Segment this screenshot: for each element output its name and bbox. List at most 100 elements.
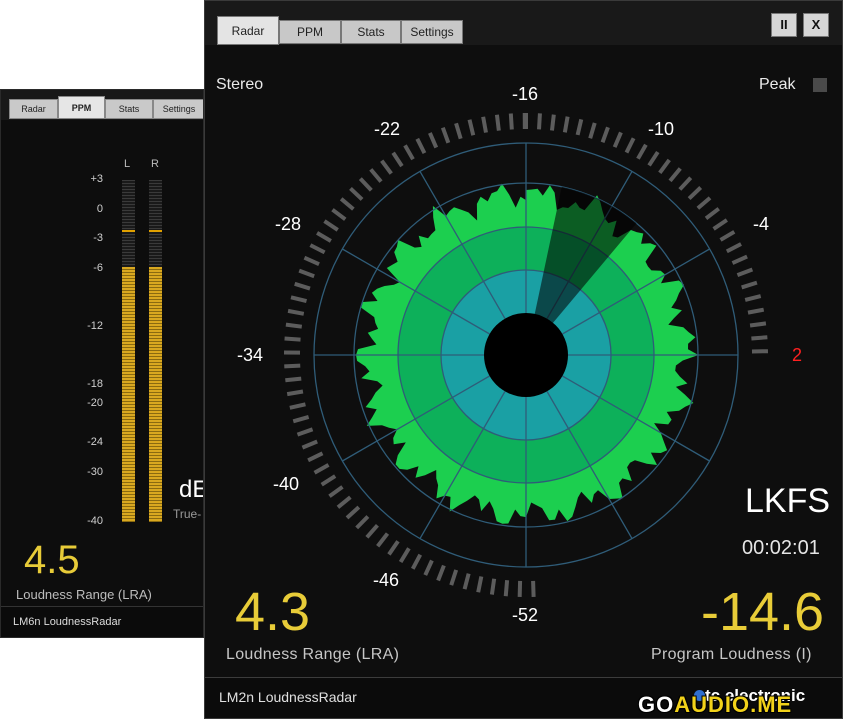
radar-label-alert: 2 bbox=[792, 345, 802, 365]
ring-segment bbox=[687, 186, 703, 201]
radar-label: -22 bbox=[374, 119, 400, 139]
scale-tick: 0 bbox=[96, 203, 103, 215]
ring-segment bbox=[284, 363, 301, 369]
ring-segment bbox=[328, 485, 344, 498]
ring-segment bbox=[600, 126, 610, 144]
ring-segment bbox=[736, 267, 754, 277]
scale-tick: -3 bbox=[93, 232, 103, 244]
ring-segment bbox=[612, 131, 623, 148]
pause-button[interactable]: II bbox=[771, 13, 797, 37]
ring-segment bbox=[301, 439, 318, 450]
ring-segment bbox=[349, 186, 364, 201]
ring-segment bbox=[307, 451, 324, 463]
ppm-brand-bar: LM6n LoudnessRadar bbox=[1, 606, 203, 637]
ring-segment bbox=[380, 159, 393, 175]
ring-segment bbox=[624, 137, 636, 154]
lra-label: Loudness Range (LRA) bbox=[226, 646, 400, 663]
lra-value: 4.3 bbox=[235, 582, 311, 642]
ring-segment bbox=[410, 553, 423, 570]
ppm-meter-left bbox=[122, 180, 135, 522]
tab-settings[interactable]: Settings bbox=[401, 20, 463, 44]
tab-radar[interactable]: Radar bbox=[217, 16, 279, 45]
program-loudness-value: -14.6 bbox=[701, 582, 825, 642]
ring-segment bbox=[309, 243, 326, 255]
ring-segment bbox=[316, 231, 332, 243]
watermark: GOAUDIO.ME bbox=[638, 692, 792, 718]
peak-hold-left bbox=[122, 230, 135, 232]
ring-segment bbox=[369, 168, 383, 183]
ring-segment bbox=[284, 336, 301, 342]
ring-segment bbox=[647, 150, 660, 167]
radar-window: Radar PPM Stats Settings II X Stereo Pea… bbox=[204, 0, 843, 719]
unit-label-partial: dE bbox=[179, 476, 203, 503]
ring-segment bbox=[365, 523, 379, 539]
ring-segment bbox=[531, 580, 536, 597]
ring-segment bbox=[290, 295, 308, 304]
ring-segment bbox=[658, 158, 671, 175]
radar-label: -34 bbox=[237, 345, 263, 365]
ring-segment bbox=[549, 114, 556, 131]
tab-ppm[interactable]: PPM bbox=[279, 20, 341, 44]
ring-segment bbox=[489, 578, 497, 595]
radar-label: -46 bbox=[373, 570, 399, 590]
ring-segment bbox=[494, 114, 501, 131]
meter-fill-left bbox=[122, 267, 135, 522]
ppm-tab-ppm[interactable]: PPM bbox=[58, 96, 105, 119]
ppm-tab-radar[interactable]: Radar bbox=[9, 99, 58, 119]
ring-segment bbox=[331, 208, 347, 221]
ppm-tab-stats[interactable]: Stats bbox=[105, 99, 153, 119]
ring-segment bbox=[285, 322, 303, 329]
ring-segment bbox=[467, 119, 476, 136]
ring-segment bbox=[749, 321, 767, 328]
ring-segment bbox=[387, 540, 400, 556]
ppm-tab-bar: Radar PPM Stats Settings bbox=[1, 90, 203, 120]
ring-segment bbox=[287, 308, 305, 316]
scale-tick: -20 bbox=[87, 397, 103, 409]
elapsed-time: 00:02:01 bbox=[742, 537, 820, 559]
ring-segment bbox=[296, 427, 314, 437]
ring-segment bbox=[286, 389, 304, 397]
ring-segment bbox=[436, 564, 446, 582]
ring-segment bbox=[747, 307, 765, 315]
watermark-suffix: AUDIO.ME bbox=[674, 692, 793, 717]
ring-segment bbox=[303, 255, 320, 266]
ring-segment bbox=[503, 580, 510, 597]
ring-segment bbox=[751, 335, 768, 341]
lra-value: 4.5 bbox=[24, 538, 80, 582]
ring-segment bbox=[704, 207, 720, 220]
ring-segment bbox=[440, 127, 451, 144]
ring-segment bbox=[415, 137, 427, 154]
ring-segment bbox=[481, 116, 488, 133]
ring-segment bbox=[298, 268, 315, 279]
scale-tick: -18 bbox=[87, 378, 103, 390]
ring-segment bbox=[391, 151, 404, 168]
radar-label: -40 bbox=[273, 474, 299, 494]
peak-hold-right bbox=[149, 230, 162, 232]
ring-segment bbox=[294, 281, 311, 291]
ppm-window: Radar PPM Stats Settings L R +3 0 -3 -6 … bbox=[0, 89, 204, 638]
ring-segment bbox=[744, 294, 762, 302]
close-button[interactable]: X bbox=[803, 13, 829, 37]
ring-segment bbox=[289, 402, 306, 410]
ring-segment bbox=[428, 132, 439, 149]
ring-segment bbox=[678, 176, 693, 191]
ring-segment bbox=[696, 196, 712, 210]
ring-segment bbox=[339, 197, 355, 211]
ring-segment bbox=[292, 414, 310, 424]
ring-segment bbox=[355, 515, 370, 530]
ring-segment bbox=[285, 376, 302, 383]
ring-segment bbox=[731, 254, 748, 265]
program-loudness-label: Program Loudness (I) bbox=[651, 646, 812, 663]
scale-tick: -30 bbox=[87, 466, 103, 478]
tab-stats[interactable]: Stats bbox=[341, 20, 401, 44]
scale-tick: +3 bbox=[90, 173, 103, 185]
ring-segment bbox=[508, 113, 514, 130]
radar-label: -52 bbox=[512, 605, 538, 625]
loudness-unit: LKFS bbox=[745, 482, 831, 520]
ring-segment bbox=[562, 116, 570, 133]
ring-segment bbox=[376, 532, 390, 548]
ppm-tab-settings[interactable]: Settings bbox=[153, 99, 203, 119]
true-peak-label-partial: True- bbox=[173, 507, 202, 521]
ring-segment bbox=[588, 122, 597, 139]
ring-segment bbox=[313, 463, 330, 475]
